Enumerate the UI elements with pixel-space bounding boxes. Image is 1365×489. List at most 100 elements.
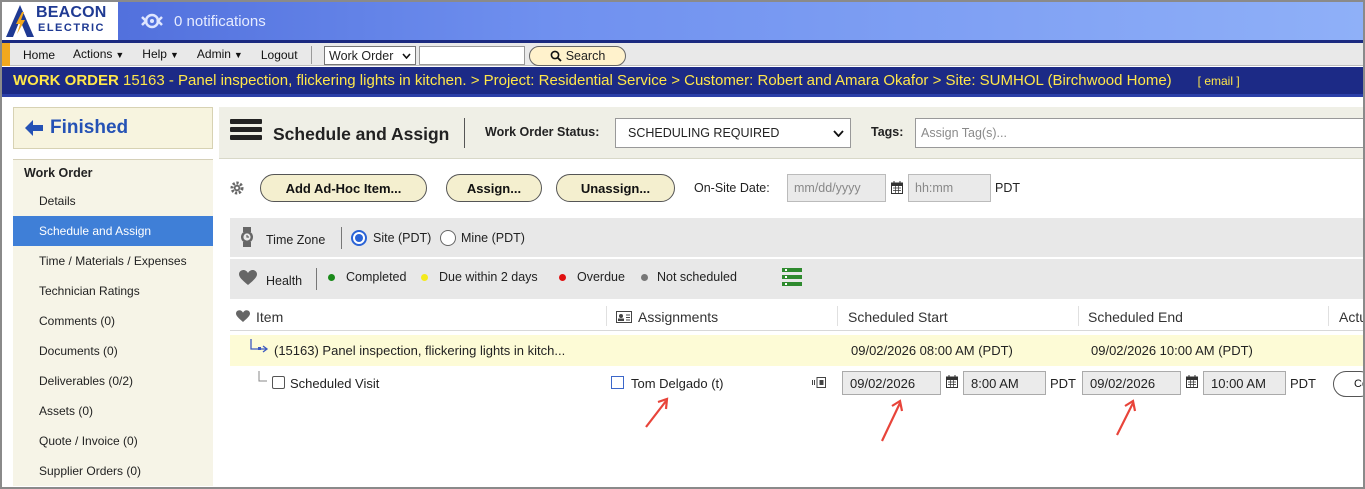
gear-icon[interactable]: [229, 180, 245, 196]
tree-branch-icon: [250, 339, 269, 353]
calendar-icon[interactable]: [891, 181, 903, 194]
column-divider: [1328, 306, 1329, 326]
calendar-icon[interactable]: [1186, 375, 1198, 388]
notifications-label: 0 notifications: [174, 12, 266, 30]
mine-timezone-radio[interactable]: [440, 230, 456, 246]
sidebar-item-details[interactable]: Details: [13, 186, 213, 216]
work-order-row-item[interactable]: (15163) Panel inspection, flickering lig…: [274, 343, 565, 358]
health-legend-label: Not scheduled: [657, 270, 737, 284]
sidebar-item-schedule-and-assign[interactable]: Schedule and Assign: [13, 216, 213, 246]
work-order-row-end: 09/02/2026 10:00 AM (PDT): [1091, 343, 1253, 358]
work-order-prefix: WORK ORDER: [13, 72, 119, 89]
column-item[interactable]: Item: [256, 309, 283, 325]
sidebar: Finished Work Order Details Schedule and …: [13, 107, 213, 487]
site-timezone-label: Site (PDT): [373, 231, 432, 245]
end-date-input[interactable]: 09/02/2026: [1082, 371, 1181, 395]
notification-icon: [141, 13, 163, 29]
nav-item-label: Admin: [196, 47, 231, 61]
brand-name: BEACON: [36, 4, 107, 21]
sidebar-section-title: Work Order: [24, 166, 93, 180]
column-divider: [1078, 306, 1079, 326]
end-time-input[interactable]: 10:00 AM: [1203, 371, 1286, 395]
column-settings-icon[interactable]: [782, 268, 802, 286]
action-bar: Add Ad-Hoc Item... Assign... Unassign...…: [219, 170, 1363, 206]
work-order-status-select[interactable]: SCHEDULING REQUIRED: [615, 118, 851, 148]
heart-icon: [239, 270, 257, 285]
start-timezone: PDT: [1050, 376, 1076, 391]
sidebar-item-comments-0[interactable]: Comments (0): [13, 306, 213, 336]
finished-button[interactable]: Finished: [13, 107, 213, 149]
sidebar-item-quote-invoice-0[interactable]: Quote / Invoice (0): [13, 426, 213, 456]
nav-item-logout[interactable]: Logout: [252, 47, 307, 64]
caret-down-icon: ▼: [233, 50, 243, 60]
onsite-time-input[interactable]: hh:mm: [908, 174, 991, 202]
nav-item-help[interactable]: Help ▼: [133, 46, 188, 64]
confirm-visit-button[interactable]: Co: [1333, 371, 1363, 397]
assignment-detail-icon[interactable]: [812, 377, 826, 388]
nav-item-admin[interactable]: Admin ▼: [188, 46, 252, 64]
column-scheduled-end[interactable]: Scheduled End: [1088, 309, 1183, 325]
nav-item-label: Logout: [260, 47, 298, 62]
schedule-header: Schedule and Assign Work Order Status: S…: [219, 107, 1363, 159]
assignee-checkbox[interactable]: [611, 376, 624, 389]
timezone-divider: [341, 227, 342, 249]
search-scope-select[interactable]: Work Order: [324, 46, 416, 65]
heart-icon: [236, 310, 250, 322]
sidebar-item-time-materials-expenses[interactable]: Time / Materials / Expenses: [13, 246, 213, 276]
visit-item-label: Scheduled Visit: [290, 376, 380, 391]
tags-input[interactable]: Assign Tag(s)...: [915, 118, 1363, 148]
onsite-date-label: On-Site Date:: [694, 181, 770, 195]
email-link[interactable]: [ email ]: [1198, 74, 1240, 88]
column-actual[interactable]: Actu: [1339, 309, 1363, 325]
status-label: Work Order Status:: [485, 125, 600, 139]
start-date-input[interactable]: 09/02/2026: [842, 371, 941, 395]
site-timezone-radio[interactable]: [351, 230, 367, 246]
column-scheduled-start[interactable]: Scheduled Start: [848, 309, 948, 325]
health-divider: [316, 268, 317, 290]
start-time-input[interactable]: 8:00 AM: [963, 371, 1046, 395]
sidebar-item-assets-0[interactable]: Assets (0): [13, 396, 213, 426]
nav-item-home[interactable]: Home: [14, 47, 64, 64]
work-order-summary: 15163 - Panel inspection, flickering lig…: [123, 72, 1172, 89]
assignee-name[interactable]: Tom Delgado (t): [631, 376, 723, 391]
lightning-logo-icon: [6, 5, 34, 37]
sidebar-item-deliverables-0-2[interactable]: Deliverables (0/2): [13, 366, 213, 396]
notifications[interactable]: 0 notifications: [140, 11, 266, 31]
scheduled-visit-row: Scheduled Visit Tom Delgado (t) 09/02/20…: [230, 368, 1363, 400]
health-legend-label: Overdue: [577, 270, 625, 284]
health-legend-row: Health Completed Due within 2 days Overdue…: [230, 259, 1363, 299]
add-adhoc-item-button[interactable]: Add Ad-Hoc Item...: [260, 174, 427, 202]
annotation-arrow-icon: [1116, 399, 1137, 436]
work-order-row[interactable]: (15163) Panel inspection, flickering lig…: [230, 335, 1363, 366]
mine-timezone-label: Mine (PDT): [461, 231, 525, 245]
tags-label: Tags:: [871, 125, 904, 139]
id-card-icon: [616, 311, 632, 323]
timezone-row: Time Zone Site (PDT) Mine (PDT): [230, 218, 1363, 258]
unassign-button[interactable]: Unassign...: [556, 174, 675, 202]
sidebar-item-technician-ratings[interactable]: Technician Ratings: [13, 276, 213, 306]
search-button[interactable]: Search: [529, 46, 626, 66]
sidebar-item-documents-0[interactable]: Documents (0): [13, 336, 213, 366]
health-label: Health: [266, 274, 303, 288]
column-divider: [606, 306, 607, 326]
assign-button[interactable]: Assign...: [446, 174, 542, 202]
search-button-label: Search: [565, 49, 606, 63]
column-divider: [837, 306, 838, 326]
brand-logo[interactable]: BEACON ELECTRIC: [2, 2, 118, 40]
list-menu-icon[interactable]: [230, 119, 262, 145]
column-assignments[interactable]: Assignments: [638, 309, 718, 325]
search-input[interactable]: [419, 46, 525, 65]
onsite-date-input[interactable]: mm/dd/yyyy: [787, 174, 886, 202]
caret-down-icon: ▼: [169, 50, 179, 60]
visit-checkbox[interactable]: [272, 376, 285, 389]
status-dot-icon: [559, 274, 566, 281]
work-order-breadcrumb: WORK ORDER 15163 - Panel inspection, fli…: [2, 67, 1363, 97]
nav-item-actions[interactable]: Actions ▼: [64, 46, 133, 64]
health-legend-label: Completed: [346, 270, 407, 284]
annotation-arrow-icon: [645, 397, 669, 428]
onsite-timezone: PDT: [995, 181, 1020, 195]
search-icon: [550, 50, 562, 62]
page-title: Schedule and Assign: [273, 124, 450, 144]
sidebar-item-supplier-orders-0[interactable]: Supplier Orders (0): [13, 456, 213, 486]
calendar-icon[interactable]: [946, 375, 958, 388]
